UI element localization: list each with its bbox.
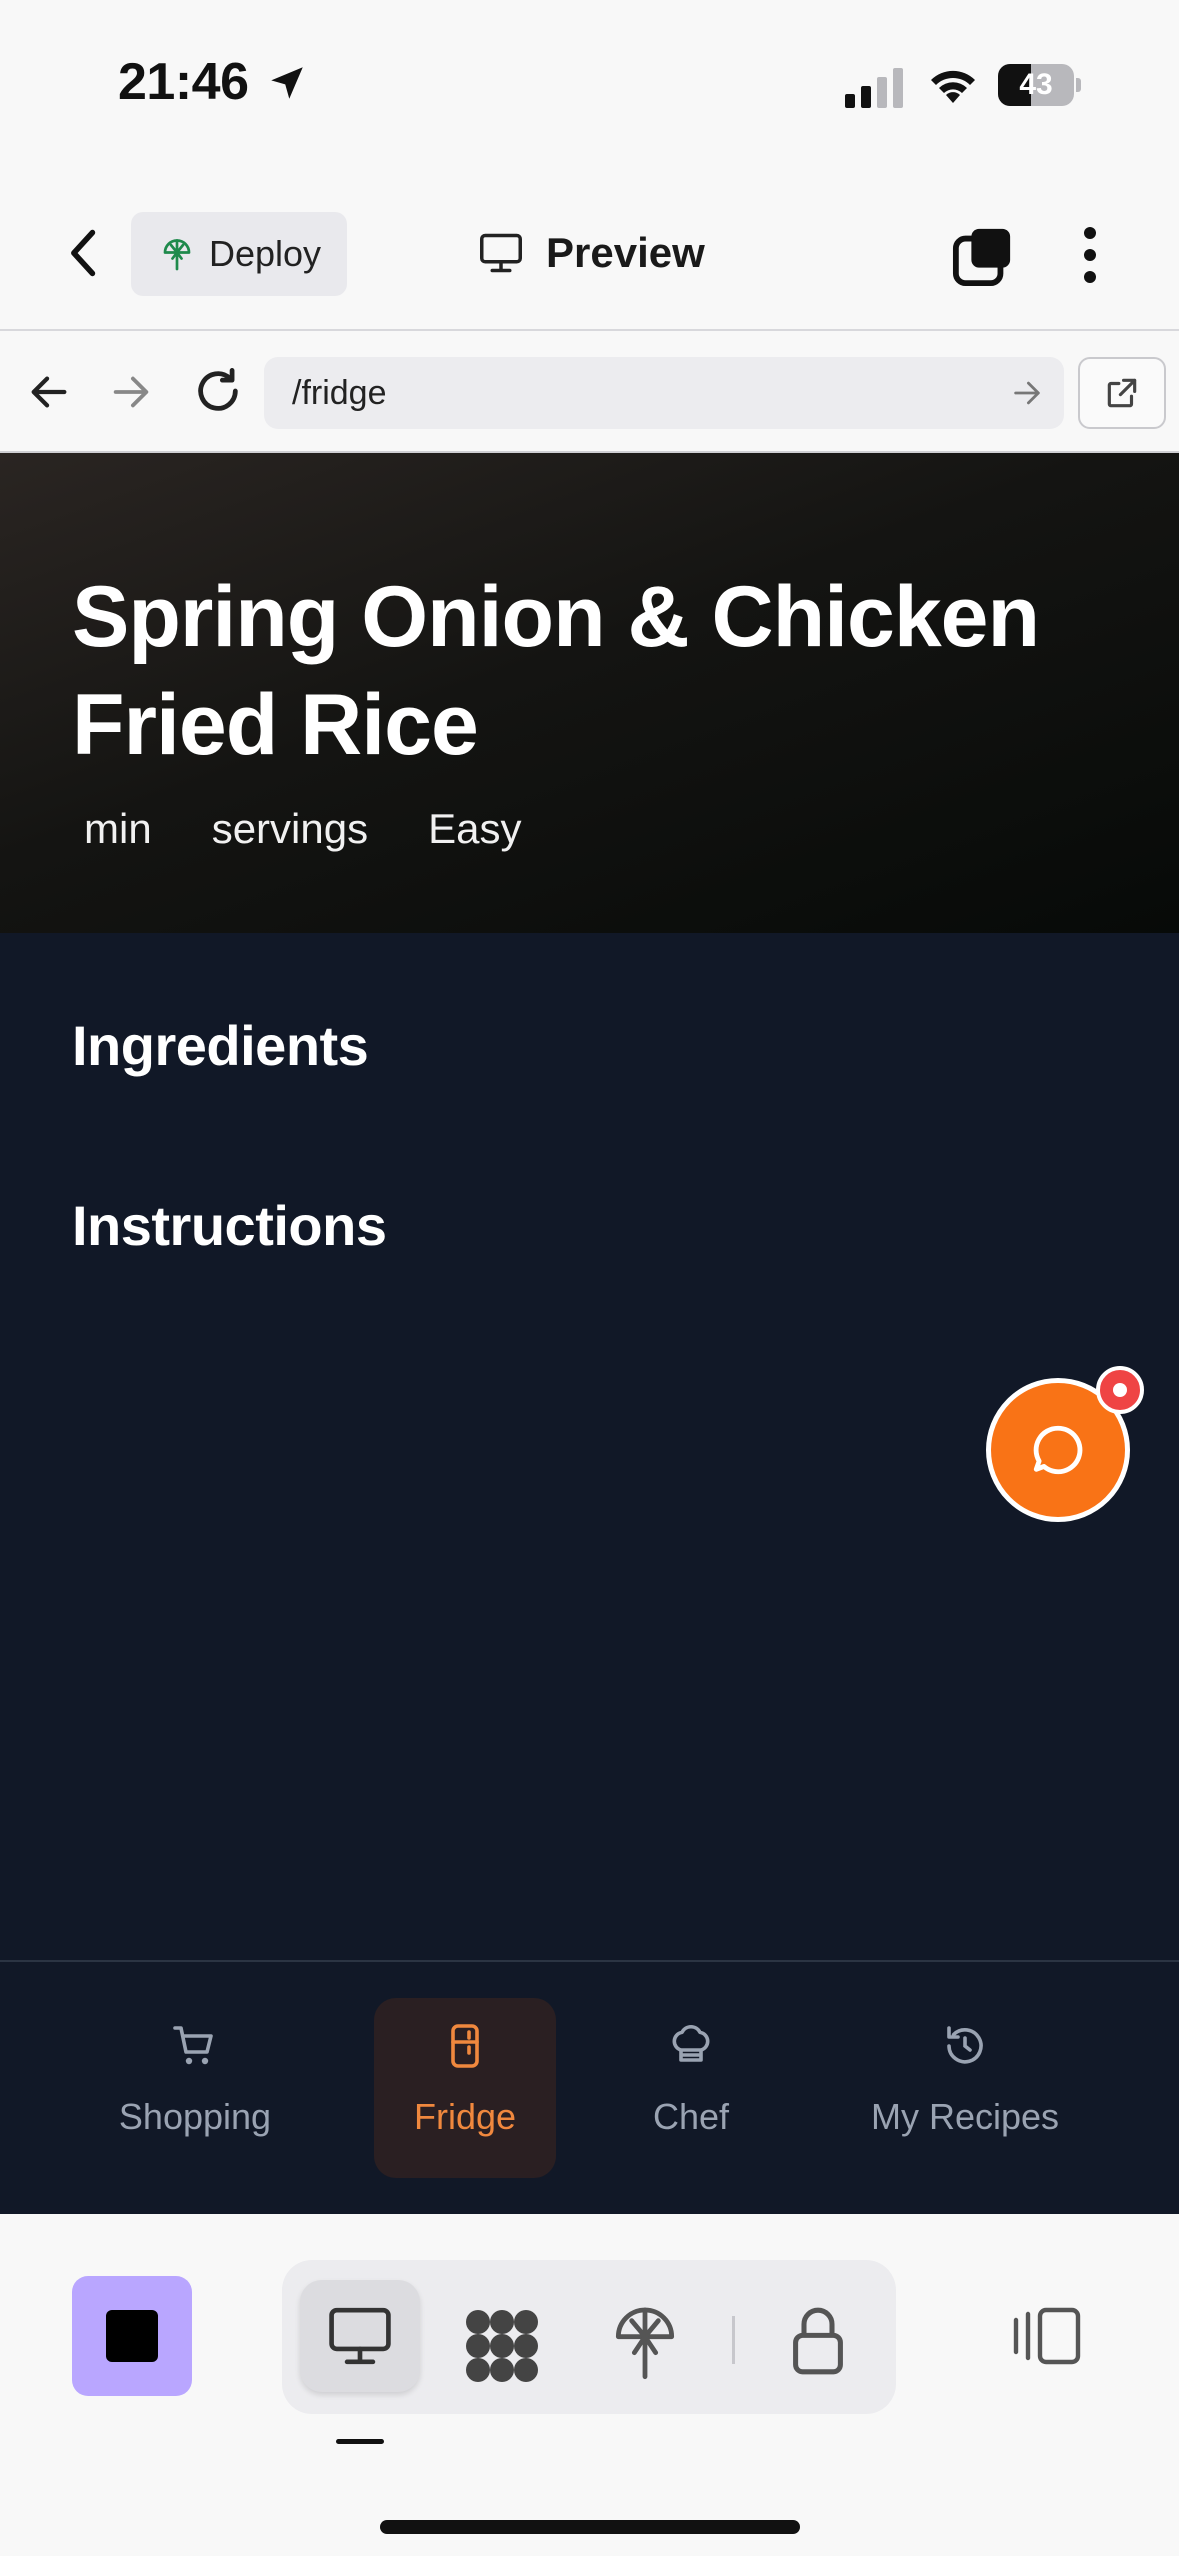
preview-tab[interactable]: Preview: [478, 225, 705, 281]
more-vertical-icon[interactable]: [1070, 223, 1110, 287]
history-icon: [947, 2026, 983, 2064]
wifi-icon: [931, 70, 975, 103]
nav-tab-label: My Recipes: [870, 2096, 1060, 2137]
url-field[interactable]: /fridge: [264, 357, 1064, 429]
tabs-switcher-icon[interactable]: [952, 225, 1014, 287]
nav-tab-label: Fridge: [413, 2096, 517, 2137]
status-time: 21:46: [118, 53, 249, 111]
deploy-label: Deploy: [209, 233, 322, 274]
recipe-hero: Spring Onion & Chicken Fried Rice min se…: [0, 453, 1179, 933]
recipe-meta: min servings Easy: [84, 805, 521, 853]
notification-badge: [1096, 1366, 1144, 1414]
stop-button[interactable]: [72, 2276, 192, 2396]
go-arrow-icon[interactable]: [1010, 376, 1044, 410]
deploy-antenna-icon: [163, 239, 191, 271]
nav-tab-fridge[interactable]: Fridge: [374, 1998, 556, 2178]
web-preview: Spring Onion & Chicken Fried Rice min se…: [0, 453, 1179, 2214]
preview-label: Preview: [546, 229, 705, 276]
browser-forward-icon[interactable]: [108, 369, 154, 415]
battery-indicator: 43: [998, 64, 1081, 106]
deploy-button[interactable]: Deploy: [131, 212, 347, 296]
monitor-icon: [329, 2307, 391, 2365]
view-switcher: [282, 2260, 896, 2414]
browser-back-icon[interactable]: [26, 369, 72, 415]
nav-tab-label: Shopping: [118, 2096, 272, 2137]
nav-tab-label: Chef: [652, 2096, 730, 2137]
chat-bubble-icon: [1033, 1425, 1083, 1475]
toolbar-divider: [732, 2316, 735, 2364]
recipe-difficulty: Easy: [428, 805, 522, 852]
app-header: Deploy Preview: [0, 175, 1179, 331]
open-external-button[interactable]: [1078, 357, 1166, 429]
instructions-heading: Instructions: [72, 1194, 387, 1257]
stop-icon: [106, 2310, 158, 2362]
cart-icon: [173, 2026, 213, 2065]
fridge-icon: [451, 2024, 479, 2068]
location-arrow-icon: [271, 67, 303, 99]
nav-tab-my-recipes[interactable]: My Recipes: [850, 1998, 1080, 2178]
cellular-signal-icon: [845, 68, 903, 108]
nav-tab-chef[interactable]: Chef: [626, 1998, 756, 2178]
external-link-icon: [1107, 378, 1137, 408]
panel-toggle-icon[interactable]: [1010, 2306, 1082, 2366]
reload-icon[interactable]: [192, 365, 244, 417]
lock-icon[interactable]: [790, 2304, 846, 2378]
bottom-navigation: Shopping Fridge Chef My Recipes: [0, 1960, 1179, 2214]
ingredients-heading: Ingredients: [72, 1014, 369, 1077]
back-chevron-icon[interactable]: [62, 227, 108, 279]
nav-tab-shopping[interactable]: Shopping: [100, 1998, 290, 2178]
chef-hat-icon: [672, 2025, 710, 2062]
browser-toolbar: /fridge: [0, 331, 1179, 453]
deploy-antenna-icon[interactable]: [612, 2302, 678, 2382]
recipe-servings: servings: [211, 805, 369, 852]
app-toolbar: [0, 2214, 1179, 2556]
active-view-indicator: [336, 2439, 384, 2444]
nodes-icon[interactable]: [462, 2306, 542, 2386]
desktop-preview-button[interactable]: [300, 2280, 420, 2392]
url-text: /fridge: [292, 373, 387, 412]
status-bar: 21:46 43: [0, 0, 1179, 175]
monitor-icon: [480, 233, 522, 273]
recipe-title: Spring Onion & Chicken Fried Rice: [72, 569, 1040, 773]
home-indicator: [380, 2520, 800, 2534]
battery-percentage: 43: [1019, 68, 1053, 101]
recipe-time: min: [84, 805, 152, 852]
